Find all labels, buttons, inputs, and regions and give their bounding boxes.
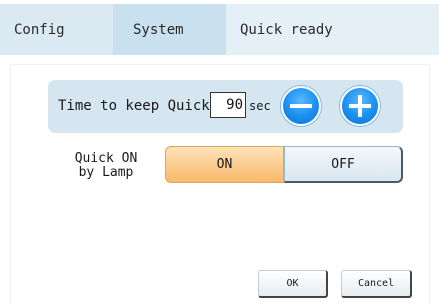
increase-time-button[interactable] xyxy=(340,86,380,126)
toggle-on-label: ON xyxy=(216,157,233,172)
quick-on-by-lamp-line2: by Lamp xyxy=(78,165,134,180)
cancel-button[interactable]: Cancel xyxy=(341,270,412,298)
minus-icon xyxy=(290,104,312,108)
cancel-button-label: Cancel xyxy=(357,278,395,289)
tab-system-label: System xyxy=(133,21,184,38)
ok-button-label: OK xyxy=(286,278,299,289)
tab-system[interactable]: System xyxy=(113,4,226,55)
toggle-on-button[interactable]: ON xyxy=(165,146,284,183)
toggle-off-button[interactable]: OFF xyxy=(284,146,403,183)
toggle-off-label: OFF xyxy=(331,156,355,172)
decrease-time-button[interactable] xyxy=(281,86,321,126)
quick-time-unit: sec xyxy=(249,99,271,113)
plus-icon xyxy=(349,95,371,117)
quick-on-by-lamp-toggle: ON OFF xyxy=(165,146,403,183)
quick-on-by-lamp-line1: Quick ON xyxy=(74,151,138,166)
tab-config-label: Config xyxy=(14,21,65,38)
quick-time-input[interactable] xyxy=(210,92,246,118)
ok-button[interactable]: OK xyxy=(258,270,328,298)
quick-on-by-lamp-label: Quick ON by Lamp xyxy=(64,152,148,180)
tab-quick-ready-label: Quick ready xyxy=(240,21,333,38)
tab-config[interactable]: Config xyxy=(0,4,113,55)
tab-bar: Config System Quick ready xyxy=(0,0,439,58)
tab-quick-ready[interactable]: Quick ready xyxy=(226,4,439,55)
quick-time-label: Time to keep Quick xyxy=(58,98,210,114)
